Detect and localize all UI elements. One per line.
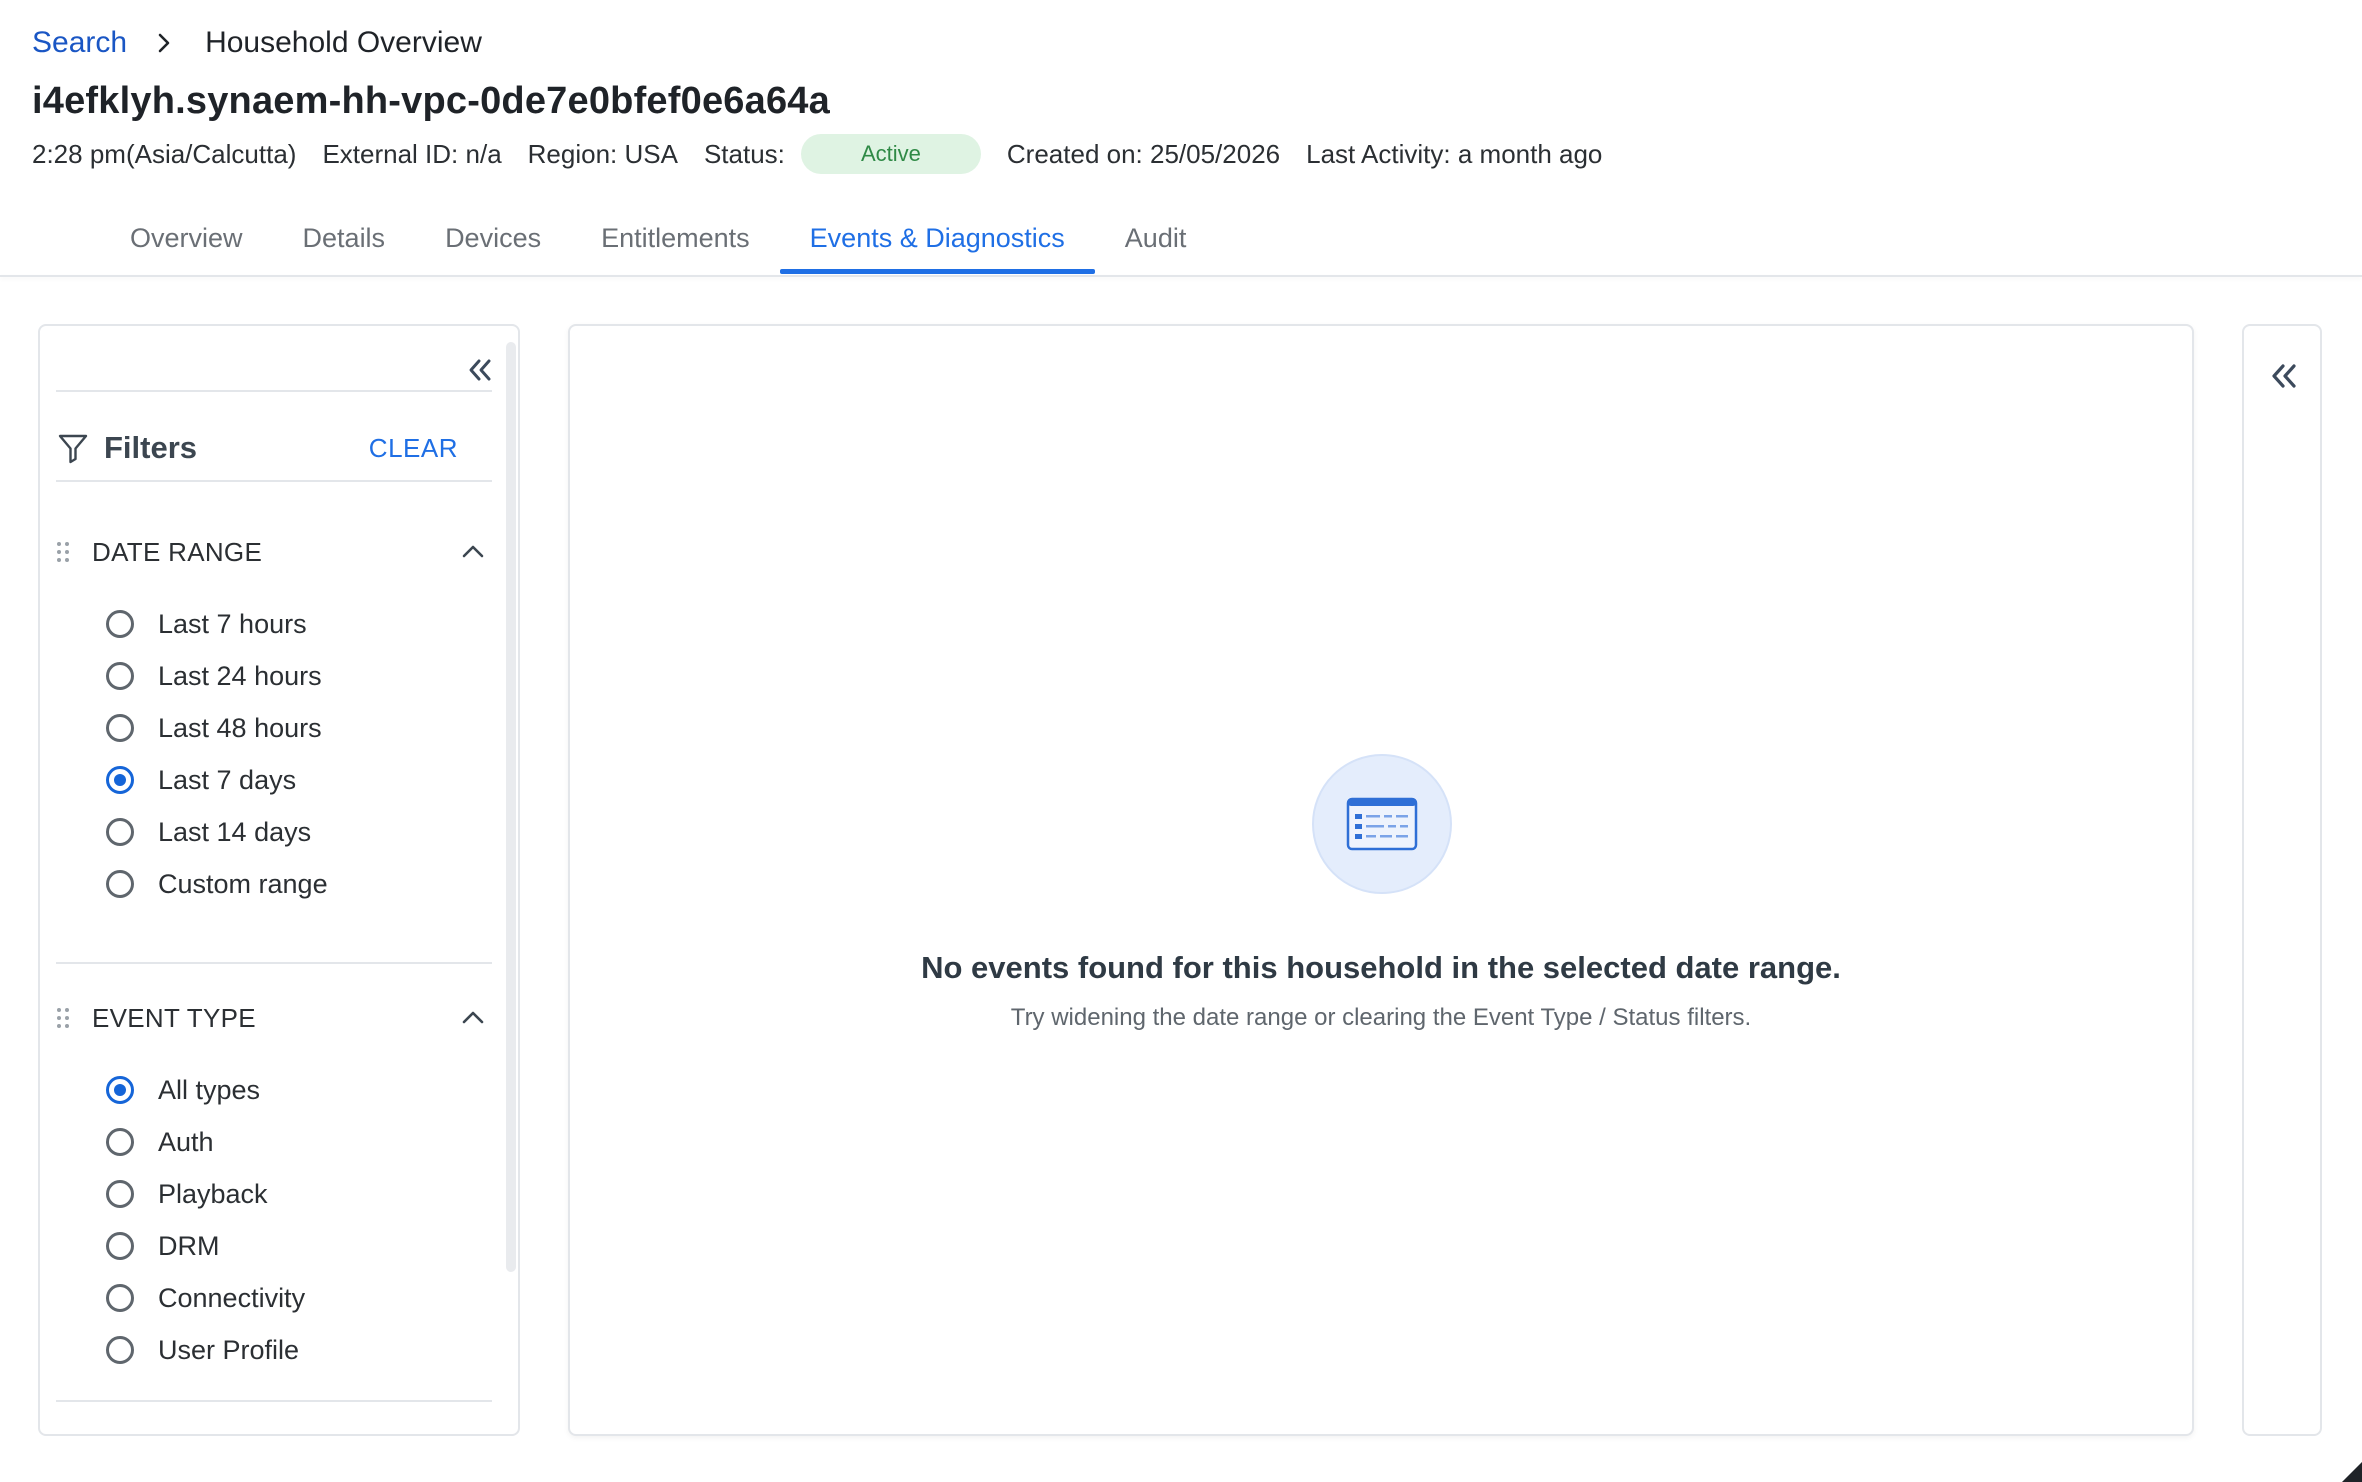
radio-custom-range[interactable]: Custom range xyxy=(106,858,486,910)
region: Region: USA xyxy=(527,138,678,169)
household-overview-page: Search Household Overview i4efklyh.synae… xyxy=(0,0,2362,1482)
event-type-header[interactable]: EVENT TYPE xyxy=(56,996,492,1040)
page-title: i4efklyh.synaem-hh-vpc-0de7e0bfef0e6a64a xyxy=(32,80,830,122)
radio-button-selected[interactable] xyxy=(106,1076,134,1104)
header-divider xyxy=(0,275,2362,277)
expand-details-button[interactable] xyxy=(2262,354,2306,398)
tab-bar: Overview Details Devices Entitlements Ev… xyxy=(100,208,1216,274)
radio-label: Last 7 hours xyxy=(158,608,307,639)
drag-handle-icon[interactable] xyxy=(56,541,70,563)
filters-panel: Filters CLEAR DATE RANGE Last 7 hours La… xyxy=(38,324,520,1436)
double-chevron-left-icon xyxy=(469,359,491,381)
filters-title: Filters xyxy=(104,430,198,465)
radio-button[interactable] xyxy=(106,818,134,846)
divider xyxy=(56,480,492,482)
radio-last-14-days[interactable]: Last 14 days xyxy=(106,806,486,858)
radio-label: Last 14 days xyxy=(158,816,312,847)
clear-filters-button[interactable]: CLEAR xyxy=(369,433,458,464)
events-panel: No events found for this household in th… xyxy=(568,324,2194,1436)
date-range-header[interactable]: DATE RANGE xyxy=(56,530,492,574)
radio-last-24-hours[interactable]: Last 24 hours xyxy=(106,650,486,702)
date-range-title: DATE RANGE xyxy=(92,536,263,567)
last-activity: Last Activity: a month ago xyxy=(1306,138,1603,169)
tab-details[interactable]: Details xyxy=(273,208,416,268)
double-chevron-left-icon xyxy=(2272,364,2296,388)
radio-button[interactable] xyxy=(106,1284,134,1312)
chevron-up-icon[interactable] xyxy=(458,1003,488,1033)
event-type-title: EVENT TYPE xyxy=(92,1002,256,1033)
radio-button[interactable] xyxy=(106,1232,134,1260)
empty-state-title: No events found for this household in th… xyxy=(921,950,1841,985)
radio-label: Auth xyxy=(158,1126,214,1157)
details-side-panel xyxy=(2242,324,2322,1436)
tab-events-diagnostics[interactable]: Events & Diagnostics xyxy=(779,208,1095,274)
chevron-up-icon[interactable] xyxy=(458,537,488,567)
radio-last-48-hours[interactable]: Last 48 hours xyxy=(106,702,486,754)
radio-button[interactable] xyxy=(106,1336,134,1364)
event-list-icon xyxy=(1346,797,1418,851)
radio-connectivity[interactable]: Connectivity xyxy=(106,1272,486,1324)
radio-button[interactable] xyxy=(106,662,134,690)
created-on: Created on: 25/05/2026 xyxy=(1006,138,1281,169)
status-badge: Active xyxy=(800,134,981,174)
radio-drm[interactable]: DRM xyxy=(106,1220,486,1272)
radio-last-7-hours[interactable]: Last 7 hours xyxy=(106,598,486,650)
drag-handle-icon[interactable] xyxy=(56,1007,70,1029)
chevron-right-icon xyxy=(153,32,175,54)
radio-button[interactable] xyxy=(106,714,134,742)
external-id: External ID: n/a xyxy=(322,138,502,169)
divider xyxy=(56,962,492,964)
date-range-options: Last 7 hours Last 24 hours Last 48 hours… xyxy=(106,598,486,910)
empty-state-subtitle: Try widening the date range or clearing … xyxy=(1010,1004,1752,1031)
tab-audit[interactable]: Audit xyxy=(1095,208,1217,268)
radio-last-7-days[interactable]: Last 7 days xyxy=(106,754,486,806)
filter-funnel-icon xyxy=(56,431,90,465)
radio-label: User Profile xyxy=(158,1334,300,1365)
radio-label: Playback xyxy=(158,1178,268,1209)
radio-label: Last 48 hours xyxy=(158,712,322,743)
tab-overview[interactable]: Overview xyxy=(100,208,273,268)
radio-label: Connectivity xyxy=(158,1282,306,1313)
collapse-filters-button[interactable] xyxy=(460,350,500,390)
radio-auth[interactable]: Auth xyxy=(106,1116,486,1168)
resize-corner-icon[interactable] xyxy=(2338,1458,2362,1482)
event-type-options: All types Auth Playback DRM Connectivity… xyxy=(106,1064,486,1376)
radio-button[interactable] xyxy=(106,1128,134,1156)
divider xyxy=(56,1400,492,1402)
breadcrumb: Search Household Overview xyxy=(32,22,482,64)
empty-state-icon-circle xyxy=(1312,754,1452,894)
filters-scrollbar[interactable] xyxy=(506,342,516,1272)
radio-label: Custom range xyxy=(158,868,328,899)
household-meta: 2:28 pm(Asia/Calcutta) External ID: n/a … xyxy=(32,134,1628,174)
radio-label: Last 7 days xyxy=(158,764,297,795)
radio-button[interactable] xyxy=(106,1180,134,1208)
local-time: 2:28 pm(Asia/Calcutta) xyxy=(32,138,297,169)
radio-user-profile[interactable]: User Profile xyxy=(106,1324,486,1376)
tab-devices[interactable]: Devices xyxy=(415,208,571,268)
tab-entitlements[interactable]: Entitlements xyxy=(571,208,780,268)
radio-label: DRM xyxy=(158,1230,220,1261)
breadcrumb-search-link[interactable]: Search xyxy=(32,26,127,60)
radio-button[interactable] xyxy=(106,610,134,638)
radio-label: All types xyxy=(158,1074,261,1105)
radio-button[interactable] xyxy=(106,870,134,898)
status-label: Status: xyxy=(703,138,785,169)
radio-button-selected[interactable] xyxy=(106,766,134,794)
radio-playback[interactable]: Playback xyxy=(106,1168,486,1220)
filters-header: Filters CLEAR xyxy=(56,416,492,480)
breadcrumb-current: Household Overview xyxy=(205,26,482,59)
radio-label: Last 24 hours xyxy=(158,660,322,691)
divider xyxy=(56,390,492,392)
radio-all-types[interactable]: All types xyxy=(106,1064,486,1116)
